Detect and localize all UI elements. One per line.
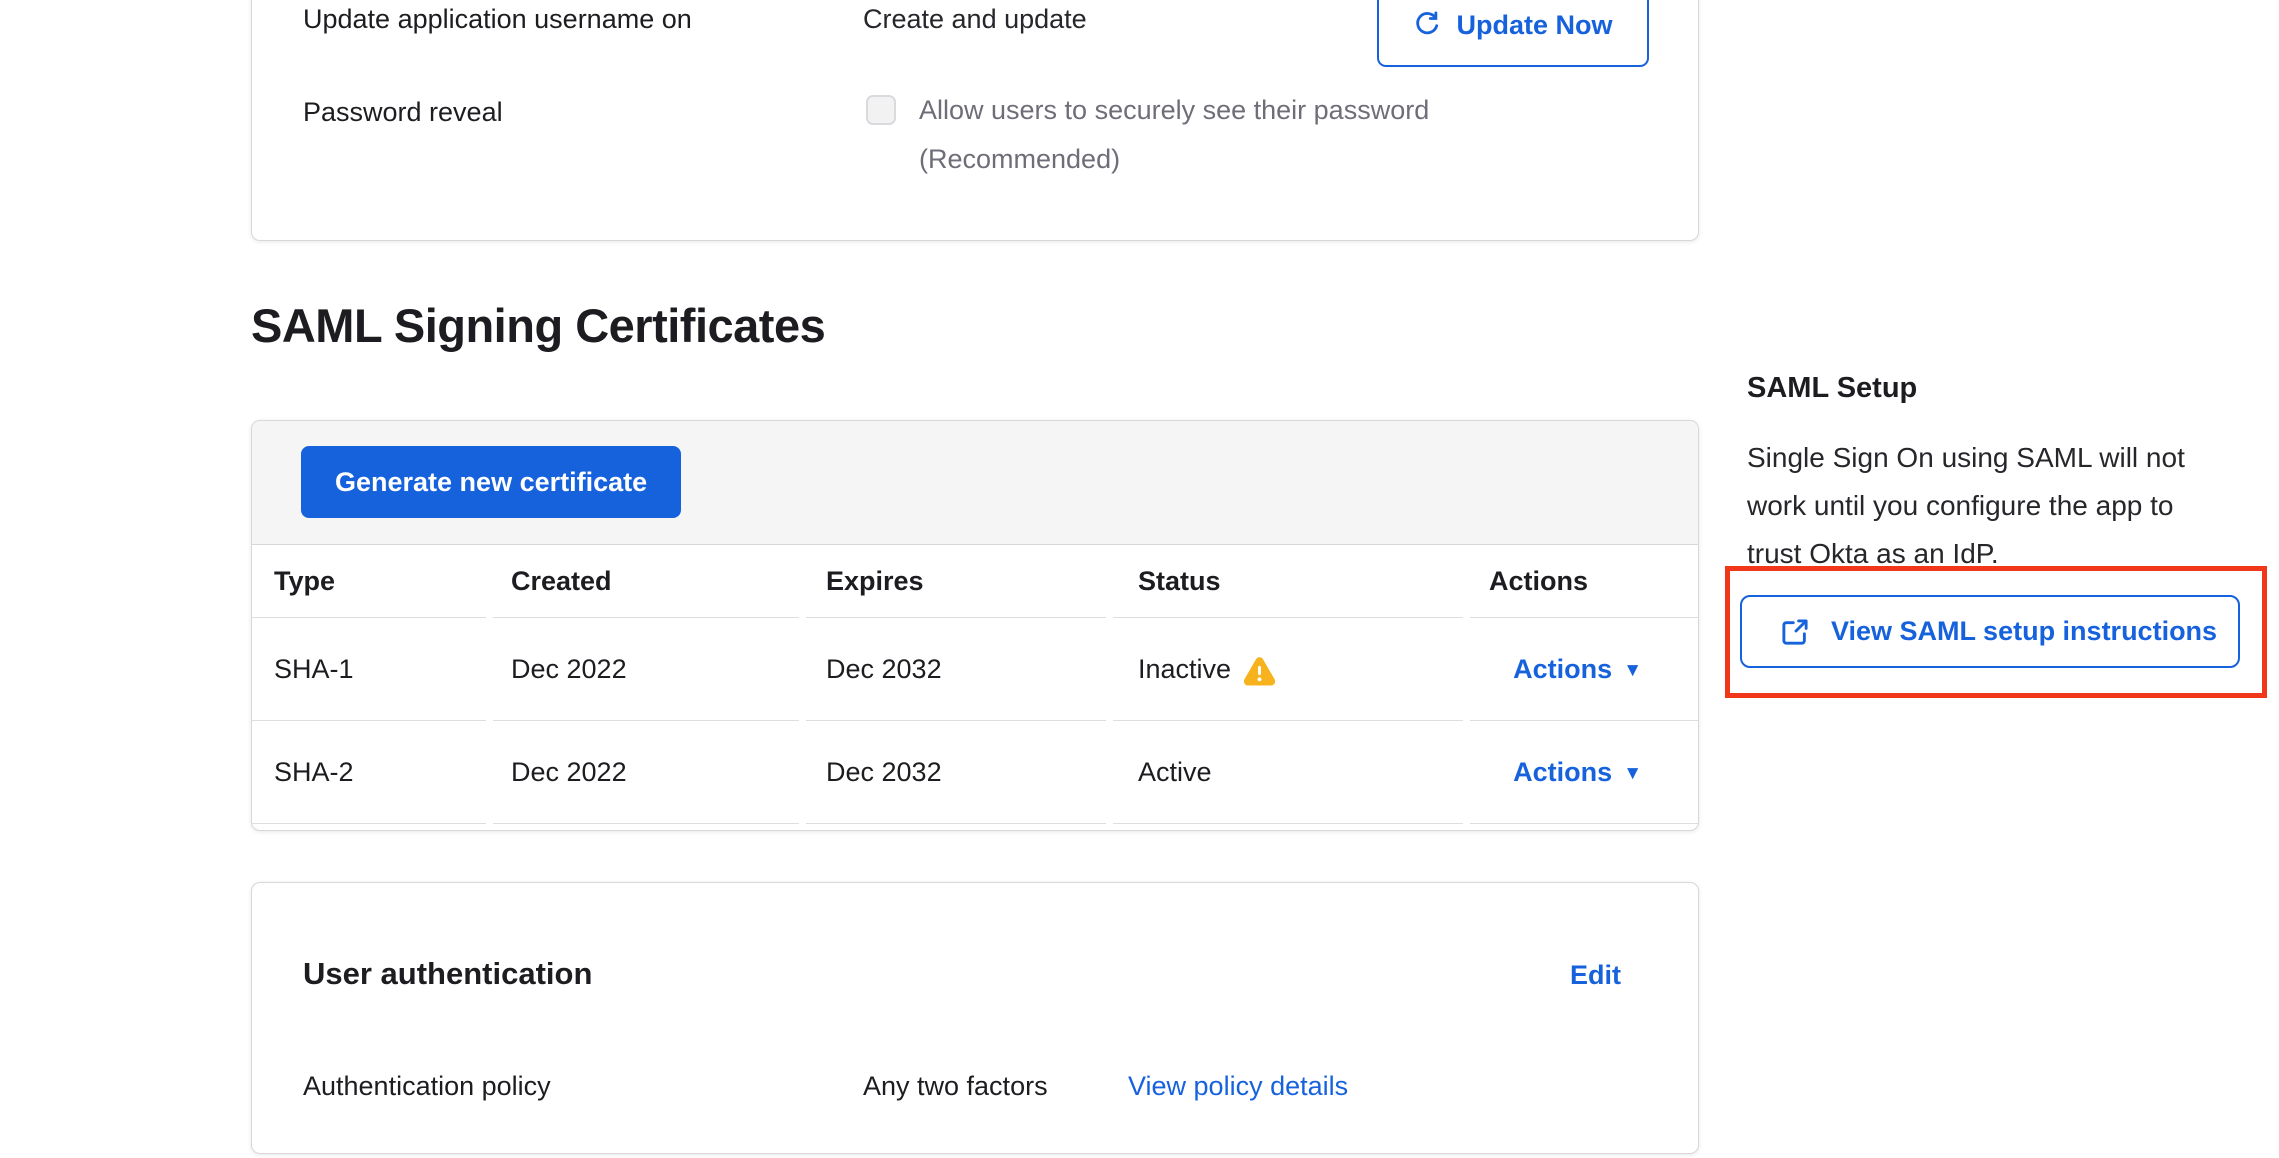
cert-actions-cell: Actions ▼ xyxy=(1470,618,1698,721)
user-authentication-title: User authentication xyxy=(303,956,592,992)
chevron-down-icon: ▼ xyxy=(1623,660,1642,682)
checkbox-note: (Recommended) xyxy=(919,143,1120,175)
column-header-type: Type xyxy=(252,545,486,618)
description-line: trust Okta as an IdP. xyxy=(1747,530,2185,578)
cert-type: SHA-2 xyxy=(252,721,486,824)
cert-expires: Dec 2032 xyxy=(806,618,1106,721)
update-username-label: Update application username on xyxy=(303,3,692,35)
app-settings-panel: Update application username on Create an… xyxy=(251,0,1699,241)
update-now-label: Update Now xyxy=(1456,10,1612,41)
chevron-down-icon: ▼ xyxy=(1623,763,1642,785)
certificates-toolbar: Generate new certificate xyxy=(252,421,1698,545)
cert-created: Dec 2022 xyxy=(493,721,799,824)
cert-type: SHA-1 xyxy=(252,618,486,721)
status-text: Active xyxy=(1138,757,1212,788)
saml-instructions-label: View SAML setup instructions xyxy=(1831,616,2217,647)
update-now-button[interactable]: Update Now xyxy=(1377,0,1649,67)
generate-certificate-button[interactable]: Generate new certificate xyxy=(301,446,681,518)
view-policy-details-link[interactable]: View policy details xyxy=(1128,1070,1348,1102)
actions-dropdown[interactable]: Actions ▼ xyxy=(1513,654,1642,685)
column-header-actions: Actions xyxy=(1470,545,1698,618)
certificates-table: Type Created Expires Status Actions SHA-… xyxy=(252,545,1698,830)
status-text: Inactive xyxy=(1138,654,1231,685)
description-line: Single Sign On using SAML will not xyxy=(1747,434,2185,482)
password-reveal-label: Password reveal xyxy=(303,96,503,128)
external-link-icon xyxy=(1780,617,1810,647)
actions-dropdown[interactable]: Actions ▼ xyxy=(1513,757,1642,788)
saml-setup-title: SAML Setup xyxy=(1747,372,1917,405)
saml-setup-description: Single Sign On using SAML will not work … xyxy=(1747,434,2185,578)
cert-status: Inactive xyxy=(1113,618,1463,721)
edit-link[interactable]: Edit xyxy=(1570,960,1621,991)
actions-label: Actions xyxy=(1513,654,1612,685)
cert-created: Dec 2022 xyxy=(493,618,799,721)
cert-expires: Dec 2032 xyxy=(806,721,1106,824)
cert-actions-cell: Actions ▼ xyxy=(1470,721,1698,824)
warning-icon xyxy=(1244,657,1275,686)
table-header-row: Type Created Expires Status Actions xyxy=(252,545,1698,618)
authentication-policy-label: Authentication policy xyxy=(303,1070,551,1102)
table-row-sha2: SHA-2 Dec 2022 Dec 2032 Active Actions ▼ xyxy=(252,721,1698,824)
column-header-status: Status xyxy=(1113,545,1463,618)
cert-status: Active xyxy=(1113,721,1463,824)
table-row-sha1: SHA-1 Dec 2022 Dec 2032 Inactive Actions… xyxy=(252,618,1698,721)
column-header-expires: Expires xyxy=(806,545,1106,618)
update-username-value: Create and update xyxy=(863,3,1087,35)
checkbox-label: Allow users to securely see their passwo… xyxy=(919,94,1429,126)
certificates-panel: Generate new certificate Type Created Ex… xyxy=(251,420,1699,831)
refresh-icon xyxy=(1413,11,1441,39)
actions-label: Actions xyxy=(1513,757,1612,788)
user-authentication-panel: User authentication Edit Authentication … xyxy=(251,882,1699,1154)
column-header-created: Created xyxy=(493,545,799,618)
password-reveal-checkbox[interactable] xyxy=(866,95,896,125)
page-title: SAML Signing Certificates xyxy=(251,298,825,353)
authentication-policy-value: Any two factors xyxy=(863,1070,1048,1102)
description-line: work until you configure the app to xyxy=(1747,482,2185,530)
view-saml-setup-instructions-button[interactable]: View SAML setup instructions xyxy=(1740,595,2240,668)
